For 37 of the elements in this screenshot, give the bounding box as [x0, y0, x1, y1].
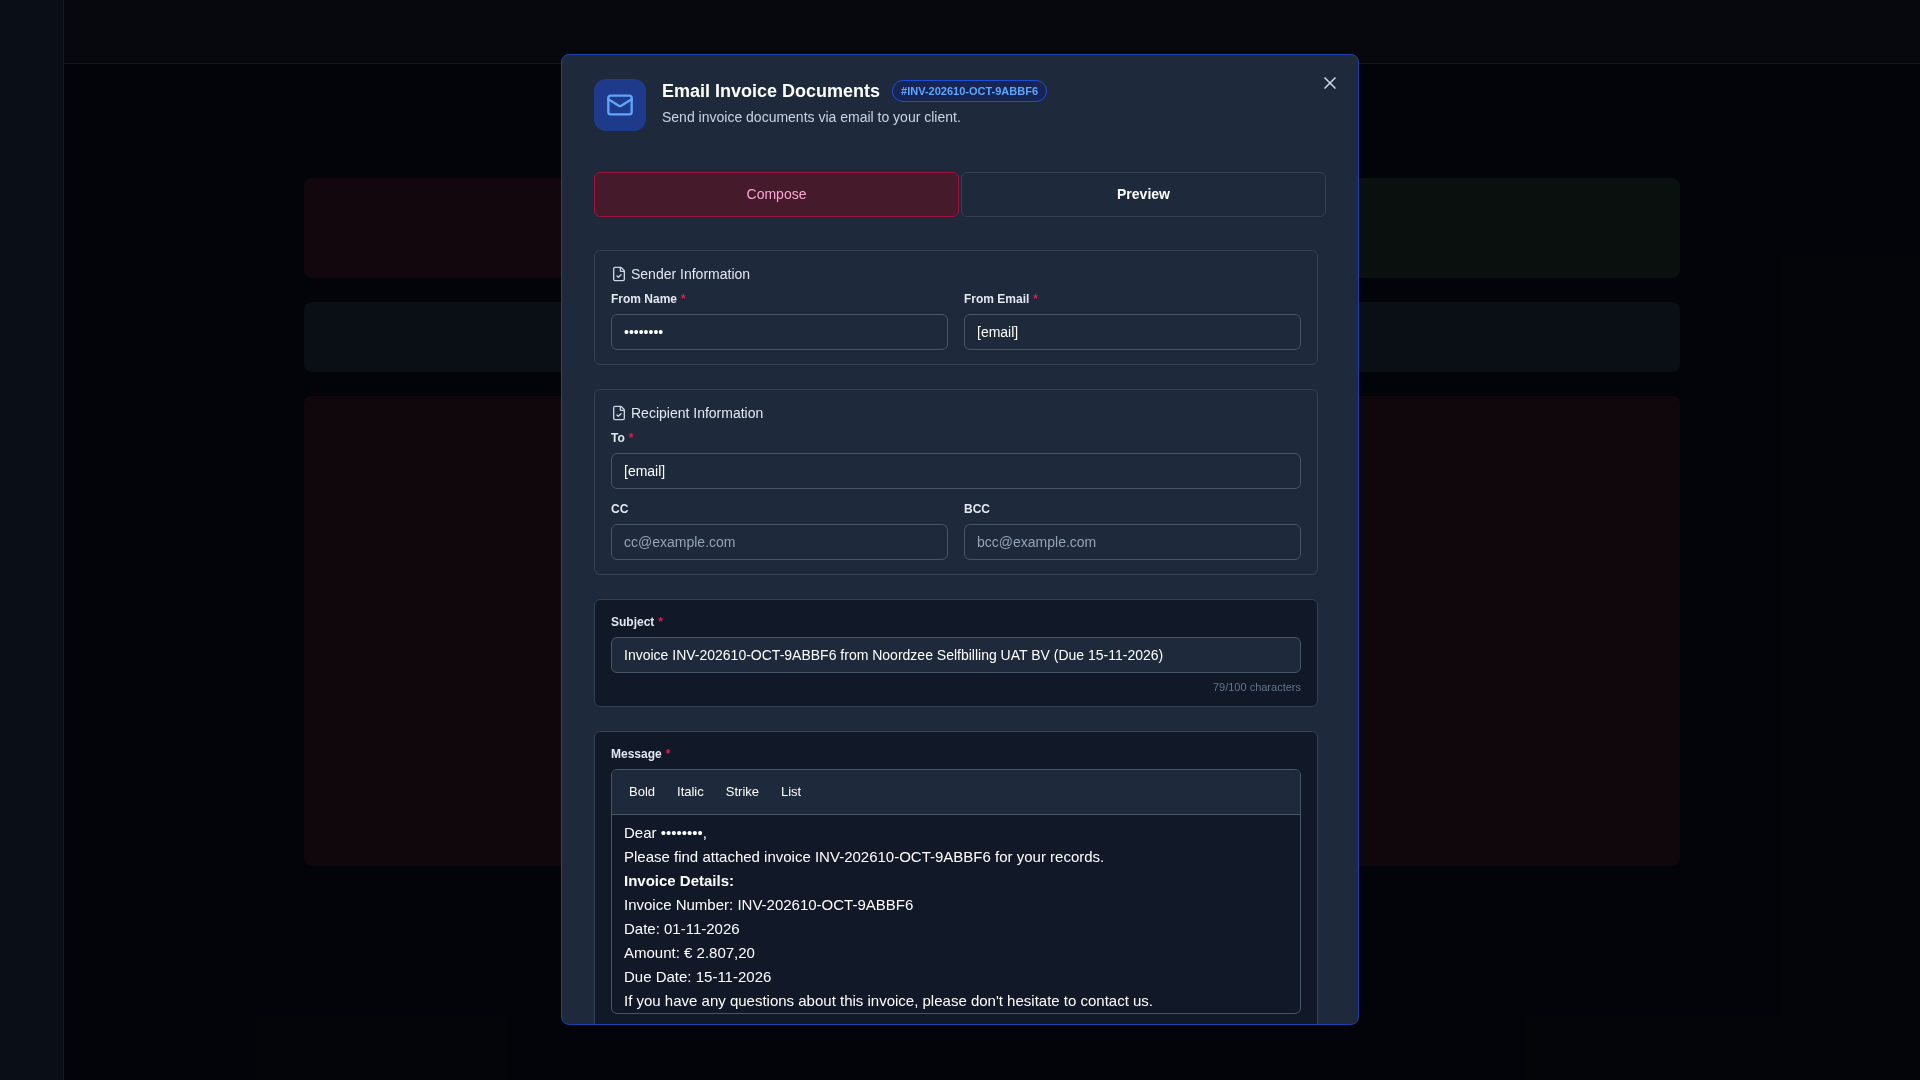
input-field[interactable]: •••••••• — [611, 314, 948, 350]
message-line: Due Date: 15-11-2026 — [624, 966, 772, 987]
invoice-badge: #INV-202610-OCT-9ABBF6 — [892, 79, 1048, 103]
document-icon — [611, 266, 627, 282]
input-field[interactable]: [email] — [964, 314, 1301, 350]
input-field[interactable]: bcc@example.com — [964, 524, 1301, 560]
field-label: To * — [611, 430, 634, 446]
section-title: Recipient Information — [631, 404, 764, 422]
format-button[interactable]: Italic — [668, 781, 713, 802]
character-counter: 79/100 characters — [1212, 680, 1301, 695]
format-button[interactable]: Bold — [620, 781, 665, 802]
dialog-subtitle: Send invoice documents via email to your client. — [662, 108, 962, 126]
document-icon — [611, 405, 627, 421]
message-line: Invoice Number: INV-202610-OCT-9ABBF6 — [624, 894, 914, 915]
field-label: BCC — [964, 501, 990, 517]
field-label: From Email * — [964, 291, 1039, 307]
message-line: Date: 01-11-2026 — [624, 918, 740, 939]
dialog-tab[interactable]: Preview — [961, 172, 1326, 217]
field-label: Subject * — [611, 614, 663, 630]
message-editor[interactable] — [611, 768, 1301, 1014]
message-line: Please find attached invoice INV-202610-OCT-9ABBF6 for your records. — [624, 846, 1105, 867]
input-field[interactable]: [email] — [611, 453, 1301, 489]
message-heading: Invoice Details: — [624, 870, 735, 891]
format-button[interactable]: List — [772, 781, 811, 802]
message-line: If you have any questions about this invoice, please don't hesitate to contact us. — [624, 990, 1154, 1011]
field-label: CC — [611, 501, 629, 517]
dialog-title: Email Invoice Documents — [662, 80, 881, 103]
input-field[interactable]: Invoice INV-202610-OCT-9ABBF6 from Noordzee Selfbilling UAT BV (Due 15-11-2026) — [611, 637, 1301, 673]
dialog-tab[interactable]: Compose — [594, 172, 959, 217]
format-button[interactable]: Strike — [716, 781, 768, 802]
field-label: Message * — [611, 745, 671, 762]
mail-icon — [594, 79, 646, 131]
input-field[interactable]: cc@example.com — [611, 524, 948, 560]
field-label: From Name * — [611, 291, 686, 307]
message-line: Dear ••••••••, — [624, 822, 707, 843]
message-line: Amount: € 2.807,20 — [624, 942, 755, 963]
section-title: Sender Information — [631, 265, 751, 283]
